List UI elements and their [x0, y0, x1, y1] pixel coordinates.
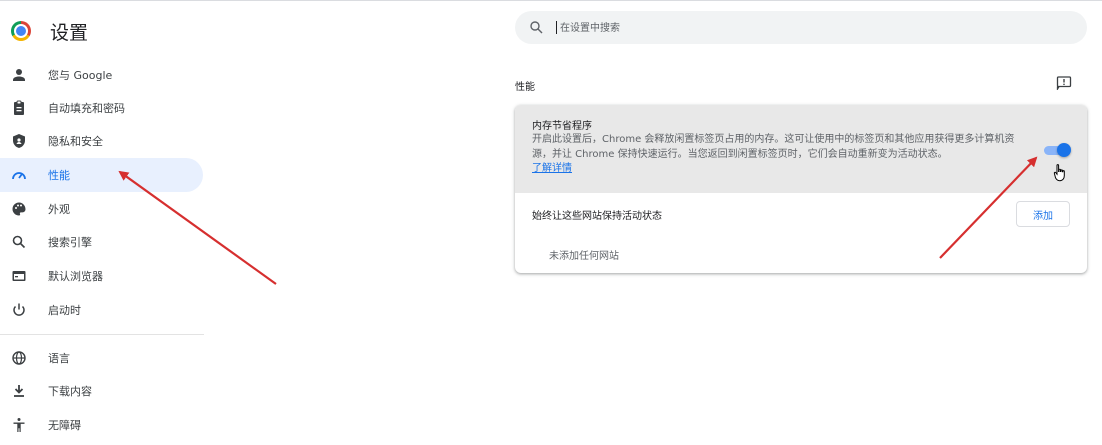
search-bar[interactable]	[515, 11, 1087, 44]
sidebar-divider	[0, 334, 204, 335]
memory-saver-title: 内存节省程序	[532, 121, 592, 132]
shield-icon	[13, 134, 25, 148]
sidebar-item-search-engine[interactable]: 搜索引擎	[0, 225, 203, 259]
hand-cursor-icon	[1053, 164, 1065, 182]
sidebar-item-label: 隐私和安全	[48, 135, 103, 148]
person-icon	[13, 69, 25, 81]
sidebar-item-languages[interactable]: 语言	[0, 341, 203, 375]
accessibility-icon	[13, 418, 25, 432]
browser-icon	[12, 271, 26, 281]
sidebar-item-label: 外观	[48, 203, 70, 216]
sidebar-item-label: 自动填充和密码	[48, 102, 125, 115]
search-input[interactable]	[558, 17, 1062, 39]
sidebar-item-default-browser[interactable]: 默认浏览器	[0, 259, 203, 293]
download-icon	[14, 385, 24, 397]
page-title: 设置	[50, 22, 89, 44]
clipboard-icon	[14, 100, 24, 115]
sidebar-item-appearance[interactable]: 外观	[0, 192, 203, 226]
memory-saver-toggle[interactable]	[1044, 143, 1071, 157]
learn-more-link[interactable]: 了解详情	[532, 163, 572, 174]
chrome-logo-icon	[11, 21, 31, 41]
power-icon	[13, 303, 25, 316]
palette-icon	[12, 202, 26, 216]
toggle-knob	[1057, 143, 1071, 157]
memory-saver-description-text: 开启此设置后，Chrome 会释放闲置标签页占用的内存。这可让使用中的标签页和其…	[532, 134, 1015, 160]
sidebar-item-you-and-google[interactable]: 您与 Google	[0, 58, 203, 92]
sidebar-item-accessibility[interactable]: 无障碍	[0, 408, 203, 442]
search-icon	[12, 235, 26, 249]
sidebar-item-label: 下载内容	[48, 385, 92, 398]
top-border	[0, 0, 1102, 5]
sidebar-item-performance[interactable]: 性能	[0, 158, 203, 192]
sidebar-item-label: 启动时	[48, 304, 81, 317]
empty-sites-text: 未添加任何网站	[549, 251, 619, 262]
always-active-label: 始终让这些网站保持活动状态	[532, 211, 662, 222]
search-icon	[530, 21, 543, 34]
text-caret	[556, 21, 557, 34]
sidebar-item-label: 无障碍	[48, 419, 81, 432]
sidebar-item-label: 默认浏览器	[48, 270, 103, 283]
sidebar-item-autofill[interactable]: 自动填充和密码	[0, 91, 203, 125]
sidebar-item-downloads[interactable]: 下载内容	[0, 374, 203, 408]
sidebar-item-label: 搜索引擎	[48, 236, 92, 249]
speedometer-icon	[12, 172, 26, 180]
memory-saver-row: 内存节省程序 开启此设置后，Chrome 会释放闲置标签页占用的内存。这可让使用…	[515, 105, 1087, 193]
sidebar-item-label: 语言	[48, 352, 70, 365]
sidebar-item-on-startup[interactable]: 启动时	[0, 293, 203, 327]
sidebar-item-label: 您与 Google	[48, 69, 113, 82]
add-site-button[interactable]: 添加	[1016, 201, 1070, 227]
memory-saver-description: 开启此设置后，Chrome 会释放闲置标签页占用的内存。这可让使用中的标签页和其…	[532, 133, 1022, 177]
feedback-icon[interactable]	[1056, 76, 1072, 90]
performance-card: 内存节省程序 开启此设置后，Chrome 会释放闲置标签页占用的内存。这可让使用…	[515, 105, 1087, 273]
globe-icon	[12, 351, 26, 365]
sidebar-item-label: 性能	[48, 169, 70, 182]
sidebar-item-privacy[interactable]: 隐私和安全	[0, 124, 203, 158]
section-title: 性能	[515, 82, 535, 93]
